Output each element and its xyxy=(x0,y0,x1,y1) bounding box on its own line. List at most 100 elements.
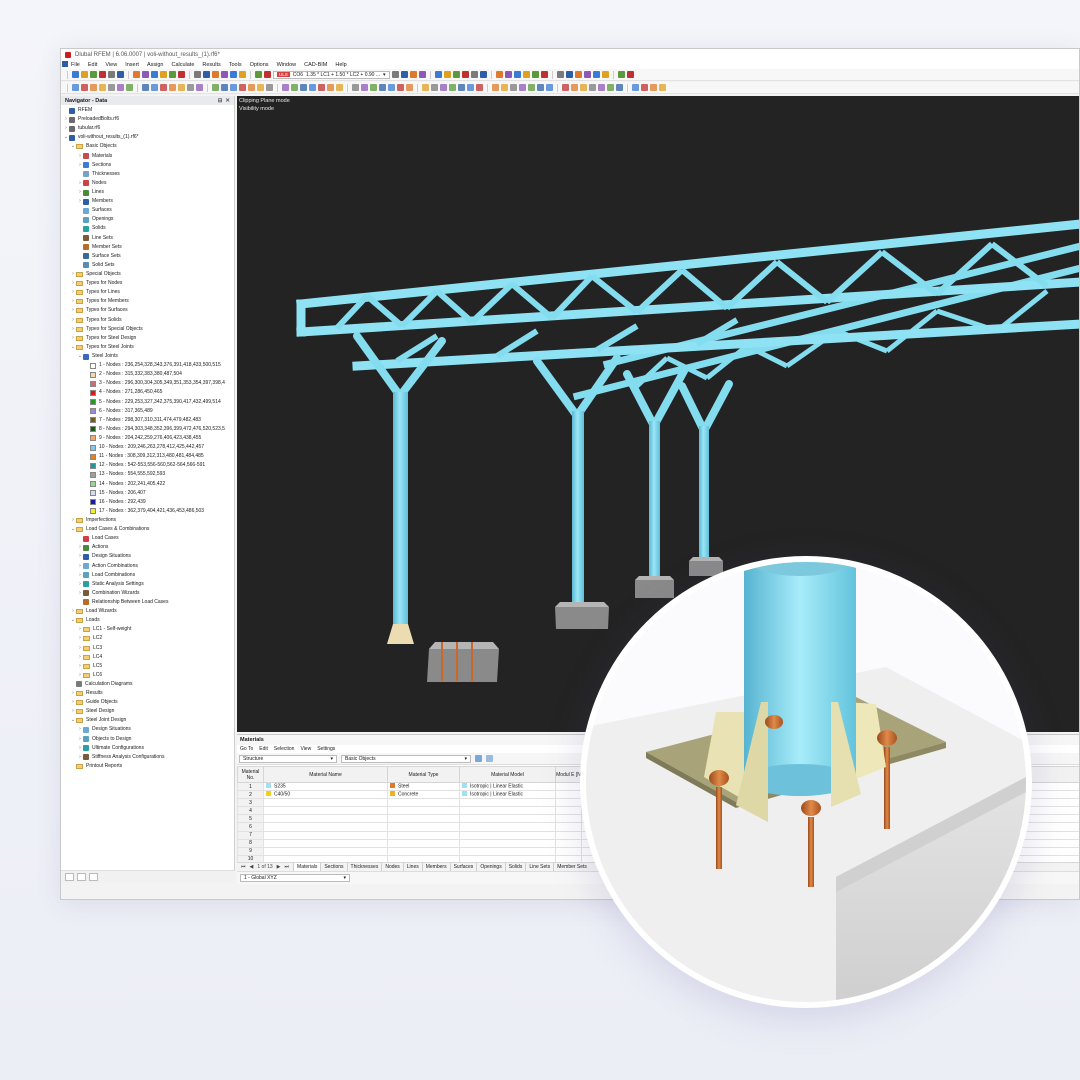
menu-insert[interactable]: Insert xyxy=(125,62,139,68)
table-cell[interactable]: 3 xyxy=(237,798,264,808)
tree-load-item[interactable]: › LC5 xyxy=(61,662,234,671)
col-header-model[interactable]: Material Model xyxy=(459,766,556,783)
tree-file-active[interactable]: ⌄ voli-without_results_(1).rf6* xyxy=(61,133,234,142)
toolbar-tool-icon[interactable] xyxy=(230,71,237,78)
toolbar-tool-icon[interactable] xyxy=(255,71,262,78)
table-cell[interactable]: 9 xyxy=(237,846,264,856)
table-cell[interactable]: 5 xyxy=(237,814,264,824)
first-page-icon[interactable]: ⏮ xyxy=(241,864,246,870)
toolbar-tool-icon[interactable] xyxy=(212,84,219,91)
tree-type-folder[interactable]: › Types for Nodes xyxy=(61,279,234,288)
toolbar-tool-icon[interactable] xyxy=(504,71,512,78)
toolbar-tool-icon[interactable] xyxy=(126,84,133,91)
table-cell[interactable]: 7 xyxy=(237,830,264,840)
toolbar-tool-icon[interactable] xyxy=(492,84,499,91)
tree-steel-joint-item[interactable]: 10 - Nodes : 209,246,263,278,412,425,442… xyxy=(61,443,234,452)
toolbar-tool-icon[interactable] xyxy=(309,84,316,91)
menu-window[interactable]: Window xyxy=(277,62,297,68)
tree-load-case-item[interactable]: › Static Analysis Settings xyxy=(61,580,234,589)
toolbar-tool-icon[interactable] xyxy=(178,84,185,91)
toolbar-tool-icon[interactable] xyxy=(133,71,140,78)
toolbar-tool-icon[interactable] xyxy=(409,71,417,78)
toolbar-tool-icon[interactable] xyxy=(601,71,609,78)
toolbar-tool-icon[interactable] xyxy=(607,84,614,91)
tree-type-folder[interactable]: › Types for Special Objects xyxy=(61,325,234,334)
toolbar-tool-icon[interactable] xyxy=(196,84,203,91)
table-cell[interactable]: Isotropic | Linear Elastic xyxy=(459,781,556,792)
menu-results[interactable]: Results xyxy=(202,62,220,68)
tree-steel-joint-item[interactable]: 12 - Nodes : 542-553,556-560,562-564,566… xyxy=(61,461,234,470)
close-icon[interactable]: ✕ xyxy=(225,98,230,104)
views-tab-icon[interactable] xyxy=(89,873,98,881)
table-cell[interactable] xyxy=(263,814,388,824)
table-cell[interactable]: Isotropic | Linear Elastic xyxy=(459,790,556,800)
col-header-type[interactable]: Material Type xyxy=(387,766,460,783)
tree-type-folder[interactable]: › Types for Lines xyxy=(61,288,234,297)
menu-help[interactable]: Help xyxy=(335,62,346,68)
toolbar-tool-icon[interactable] xyxy=(142,84,149,91)
toolbar-tool-icon[interactable] xyxy=(264,71,271,78)
panel-menu-edit[interactable]: Edit xyxy=(259,746,268,752)
toolbar-tool-icon[interactable] xyxy=(583,71,591,78)
toolbar-tool-icon[interactable] xyxy=(291,84,298,91)
tree-load-case-item[interactable]: › Action Combinations xyxy=(61,561,234,570)
toolbar-tool-icon[interactable] xyxy=(434,71,442,78)
tree-load-item[interactable]: › LC3 xyxy=(61,643,234,652)
toolbar-tool-icon[interactable] xyxy=(117,71,124,78)
tree-basic-object-item[interactable]: › Members xyxy=(61,197,234,206)
menu-options[interactable]: Options xyxy=(250,62,269,68)
tree-steel-joint-design[interactable]: ⌄ Steel Joint Design xyxy=(61,716,234,725)
tree-steel-joint-item[interactable]: 5 - Nodes : 229,253,327,342,375,390,417,… xyxy=(61,398,234,407)
tree-basic-object-item[interactable]: › Materials xyxy=(61,152,234,161)
next-page-icon[interactable]: ▶ xyxy=(277,864,281,870)
tree-load-case-item[interactable]: Load Cases xyxy=(61,534,234,543)
toolbar-tool-icon[interactable] xyxy=(431,84,438,91)
toolbar-tool-icon[interactable] xyxy=(336,84,343,91)
col-header-modulus[interactable]: Modul E [N xyxy=(555,766,582,783)
display-tab-icon[interactable] xyxy=(77,873,86,881)
tree-basic-object-item[interactable]: Solids xyxy=(61,224,234,233)
toolbar-tool-icon[interactable] xyxy=(476,84,483,91)
load-combination-selector[interactable]: ULS CO6 1.35 * LC1 + 1.50 * LC2 + 0.90 .… xyxy=(273,70,390,79)
table-cell[interactable] xyxy=(555,814,582,824)
table-cell[interactable] xyxy=(387,838,460,848)
tree-steel-joint-item[interactable]: 14 - Nodes : 202,241,405,422 xyxy=(61,479,234,488)
toolbar-tool-icon[interactable] xyxy=(72,84,79,91)
tree-load-item[interactable]: › LC4 xyxy=(61,653,234,662)
toolbar-tool-icon[interactable] xyxy=(531,71,539,78)
toolbar-tool-icon[interactable] xyxy=(501,84,508,91)
table-cell[interactable] xyxy=(387,822,460,832)
tree-basic-object-item[interactable]: › Nodes xyxy=(61,179,234,188)
table-cell[interactable]: Steel xyxy=(387,781,460,792)
toolbar-tool-icon[interactable] xyxy=(449,84,456,91)
toolbar-tool-icon[interactable] xyxy=(81,71,88,78)
tree-load-cases[interactable]: ⌄ Load Cases & Combinations xyxy=(61,525,234,534)
toolbar-tool-icon[interactable] xyxy=(327,84,334,91)
table-cell[interactable] xyxy=(459,822,556,832)
toolbar-tool-icon[interactable] xyxy=(592,71,600,78)
tree-basic-object-item[interactable]: › Sections xyxy=(61,161,234,170)
toolbar-tool-icon[interactable] xyxy=(513,71,521,78)
toolbar-tool-icon[interactable] xyxy=(239,71,246,78)
table-cell[interactable] xyxy=(555,781,582,792)
panel-menu-view[interactable]: View xyxy=(300,746,311,752)
tree-sjd-item[interactable]: › Stiffness Analysis Configurations xyxy=(61,753,234,762)
toolbar-tool-icon[interactable] xyxy=(626,71,634,78)
toolbar-tool-icon[interactable] xyxy=(519,84,526,91)
col-header-name[interactable]: Material Name xyxy=(263,766,388,783)
toolbar-tool-icon[interactable] xyxy=(617,71,625,78)
tree-guide-objects[interactable]: › Guide Objects xyxy=(61,698,234,707)
table-cell[interactable]: 8 xyxy=(237,838,264,848)
toolbar-tool-icon[interactable] xyxy=(239,84,246,91)
menu-view[interactable]: View xyxy=(105,62,117,68)
toolbar-tool-icon[interactable] xyxy=(300,84,307,91)
table-cell[interactable] xyxy=(263,798,388,808)
toolbar-tool-icon[interactable] xyxy=(90,84,97,91)
toolbar-tool-icon[interactable] xyxy=(510,84,517,91)
toolbar-tool-icon[interactable] xyxy=(641,84,648,91)
structure-dropdown[interactable]: Structure ▾ xyxy=(239,754,337,763)
tree-printout[interactable]: Printout Reports xyxy=(61,762,234,771)
table-cell[interactable] xyxy=(459,806,556,816)
table-cell[interactable] xyxy=(387,798,460,808)
table-cell[interactable]: 6 xyxy=(237,822,264,832)
